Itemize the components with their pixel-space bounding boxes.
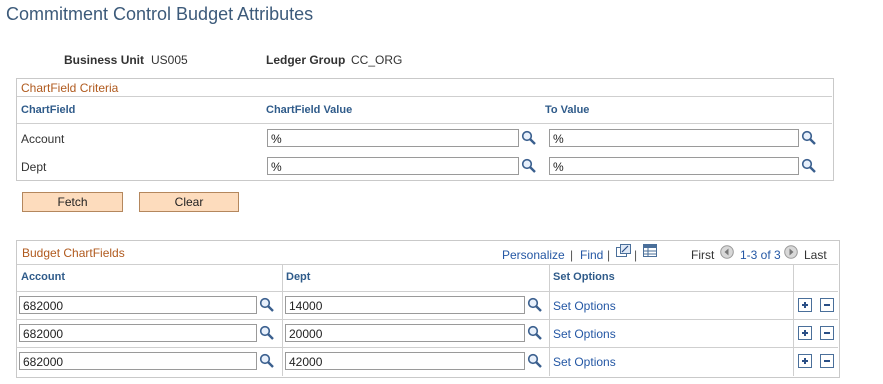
add-row-icon[interactable] bbox=[798, 354, 812, 368]
search-icon[interactable] bbox=[801, 158, 817, 174]
criteria-row-label-account: Account bbox=[21, 132, 65, 146]
account-input[interactable]: 682000 bbox=[19, 324, 257, 342]
search-icon[interactable] bbox=[521, 130, 537, 146]
clear-button[interactable]: Clear bbox=[139, 192, 239, 212]
row-range: 1-3 of 3 bbox=[740, 248, 781, 262]
delete-row-icon[interactable] bbox=[820, 354, 834, 368]
first-label[interactable]: First bbox=[691, 248, 714, 262]
account-input[interactable]: 682000 bbox=[19, 352, 257, 370]
search-icon[interactable] bbox=[527, 325, 543, 341]
set-options-link[interactable]: Set Options bbox=[553, 299, 616, 313]
account-input[interactable]: 682000 bbox=[19, 296, 257, 314]
col-account: Account bbox=[21, 271, 65, 283]
col-set-options: Set Options bbox=[553, 271, 615, 283]
account-from-input[interactable]: % bbox=[267, 129, 519, 147]
last-label[interactable]: Last bbox=[804, 248, 827, 262]
previous-arrow-icon[interactable] bbox=[720, 245, 734, 259]
chartfield-criteria-title: ChartField Criteria bbox=[21, 81, 119, 95]
download-icon[interactable] bbox=[643, 244, 657, 257]
search-icon[interactable] bbox=[259, 325, 275, 341]
separator: | bbox=[570, 248, 574, 262]
separator: | bbox=[634, 248, 638, 262]
grid-title: Budget ChartFields bbox=[22, 246, 125, 260]
search-icon[interactable] bbox=[801, 130, 817, 146]
set-options-link[interactable]: Set Options bbox=[553, 327, 616, 341]
view-all-icon[interactable] bbox=[616, 244, 631, 258]
add-row-icon[interactable] bbox=[798, 326, 812, 340]
add-row-icon[interactable] bbox=[798, 298, 812, 312]
dept-to-input[interactable]: % bbox=[549, 157, 799, 175]
business-unit-label: Business Unit bbox=[64, 53, 145, 67]
col-chartfield-value: ChartField Value bbox=[266, 104, 353, 116]
search-icon[interactable] bbox=[527, 353, 543, 369]
personalize-link[interactable]: Personalize bbox=[502, 248, 565, 262]
delete-row-icon[interactable] bbox=[820, 326, 834, 340]
col-to-value: To Value bbox=[545, 104, 590, 116]
search-icon[interactable] bbox=[259, 353, 275, 369]
find-link[interactable]: Find bbox=[580, 248, 603, 262]
set-options-link[interactable]: Set Options bbox=[553, 355, 616, 369]
criteria-row-label-dept: Dept bbox=[21, 160, 47, 174]
col-chartfield: ChartField bbox=[21, 104, 76, 116]
search-icon[interactable] bbox=[259, 297, 275, 313]
fetch-button[interactable]: Fetch bbox=[22, 192, 123, 212]
search-icon[interactable] bbox=[527, 297, 543, 313]
ledger-group-label: Ledger Group bbox=[266, 53, 346, 67]
col-dept: Dept bbox=[286, 271, 311, 283]
next-arrow-icon[interactable] bbox=[784, 245, 798, 259]
separator: | bbox=[607, 248, 611, 262]
dept-input[interactable]: 42000 bbox=[285, 352, 525, 370]
page-title: Commitment Control Budget Attributes bbox=[6, 4, 314, 24]
search-icon[interactable] bbox=[521, 158, 537, 174]
dept-input[interactable]: 20000 bbox=[285, 324, 525, 342]
dept-input[interactable]: 14000 bbox=[285, 296, 525, 314]
account-to-input[interactable]: % bbox=[549, 129, 799, 147]
delete-row-icon[interactable] bbox=[820, 298, 834, 312]
dept-from-input[interactable]: % bbox=[267, 157, 519, 175]
business-unit-value: US005 bbox=[151, 53, 188, 67]
ledger-group-value: CC_ORG bbox=[351, 53, 403, 67]
